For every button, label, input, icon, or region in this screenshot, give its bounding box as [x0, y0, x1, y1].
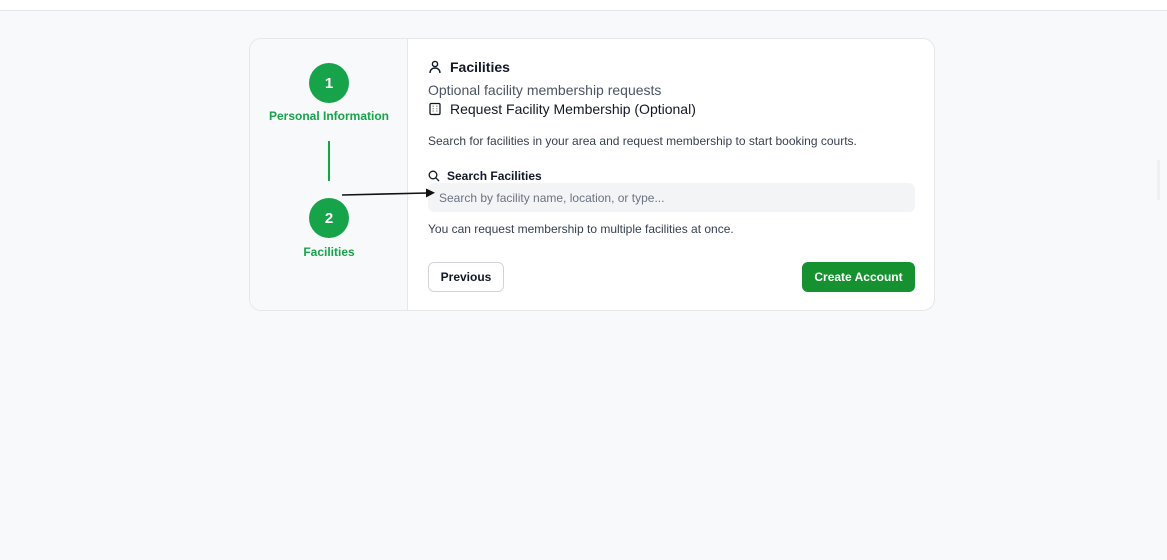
section-subtitle: Optional facility membership requests: [428, 82, 662, 98]
stepper-sidebar: 1 Personal Information 2 Facilities: [250, 39, 408, 310]
membership-heading: Request Facility Membership (Optional): [428, 101, 696, 117]
section-title-text: Facilities: [450, 59, 510, 75]
step-1-circle[interactable]: 1: [309, 63, 349, 103]
search-icon: [428, 170, 440, 182]
step-1-label[interactable]: Personal Information: [250, 109, 408, 123]
step-2-circle[interactable]: 2: [309, 198, 349, 238]
membership-heading-text: Request Facility Membership (Optional): [450, 101, 696, 117]
top-bar: [0, 0, 1167, 11]
search-input[interactable]: [428, 183, 915, 212]
building-icon: [429, 102, 441, 116]
step-connector: [328, 141, 330, 181]
annotation-arrow-icon: [341, 188, 435, 198]
create-account-button[interactable]: Create Account: [802, 262, 915, 292]
search-label-text: Search Facilities: [447, 169, 542, 183]
multi-request-hint: You can request membership to multiple f…: [428, 222, 734, 236]
user-icon: [429, 60, 441, 74]
form-panel: Facilities Optional facility membership …: [408, 39, 934, 310]
step-2-label[interactable]: Facilities: [250, 245, 408, 259]
section-title: Facilities: [428, 59, 510, 75]
membership-description: Search for facilities in your area and r…: [428, 134, 857, 148]
search-label: Search Facilities: [428, 169, 542, 183]
previous-button[interactable]: Previous: [428, 262, 504, 292]
signup-card: 1 Personal Information 2 Facilities Faci…: [249, 38, 935, 311]
scrollbar-track[interactable]: [1157, 160, 1160, 200]
